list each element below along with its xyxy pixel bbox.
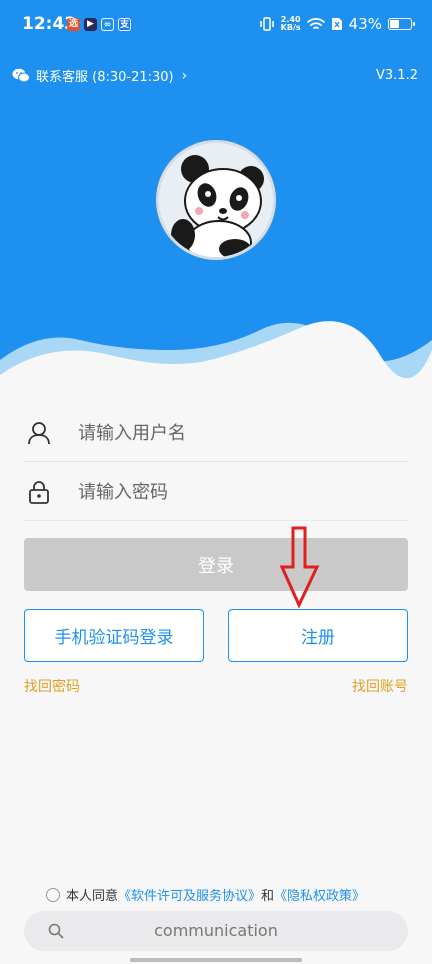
battery-percent: 43% xyxy=(348,15,382,33)
password-input[interactable] xyxy=(78,475,398,509)
agreement-and: 和 xyxy=(261,889,275,904)
cloud-app-icon: ∞ xyxy=(101,18,114,31)
sms-login-button[interactable]: 手机验证码登录 xyxy=(24,609,204,662)
status-right: 2.40 KB/s 43% xyxy=(259,15,415,33)
wave-decoration xyxy=(0,321,432,395)
chevron-right-icon: › xyxy=(181,67,188,84)
privacy-policy-link[interactable]: 《隐私权政策》 xyxy=(274,885,365,904)
login-button[interactable]: 登录 xyxy=(24,538,408,591)
customer-service-link[interactable]: 联系客服 (8:30-21:30) › xyxy=(12,66,187,85)
alipay-icon: 支 xyxy=(118,18,131,31)
find-password-link[interactable]: 找回密码 xyxy=(24,676,80,696)
status-app-icons: 选 ▶ ∞ 支 xyxy=(67,18,131,31)
agreement-row: 本人同意 《软件许可及服务协议》 和 《隐私权政策》 xyxy=(46,885,365,904)
app-version: V3.1.2 xyxy=(376,68,418,83)
vibrate-icon xyxy=(259,17,274,31)
home-indicator[interactable] xyxy=(130,958,302,962)
license-agreement-link[interactable]: 《软件许可及服务协议》 xyxy=(118,885,261,904)
login-page: 12:43 选 ▶ ∞ 支 2.40 KB/s 43% 联系客服 (8:30-2… xyxy=(0,0,432,964)
header-banner: 12:43 选 ▶ ∞ 支 2.40 KB/s 43% 联系客服 (8:30-2… xyxy=(0,0,432,395)
password-field xyxy=(24,463,408,521)
battery-icon xyxy=(388,18,415,30)
app-notification-icon: 选 xyxy=(67,18,80,31)
net-speed-unit: KB/s xyxy=(280,23,301,32)
wifi-icon xyxy=(306,18,325,29)
find-account-link[interactable]: 找回账号 xyxy=(352,676,408,696)
username-field xyxy=(24,404,408,462)
status-bar: 12:43 选 ▶ ∞ 支 2.40 KB/s 43% xyxy=(0,0,432,52)
lock-icon xyxy=(29,481,49,504)
user-icon xyxy=(28,422,50,445)
net-speed: 2.40 KB/s xyxy=(281,16,301,32)
search-bar-text: communication xyxy=(154,921,278,940)
agreement-radio[interactable] xyxy=(46,887,60,902)
agreement-prefix: 本人同意 xyxy=(66,889,119,904)
register-button[interactable]: 注册 xyxy=(228,609,408,662)
annotation-arrow-icon xyxy=(280,526,320,609)
customer-service-label: 联系客服 (8:30-21:30) xyxy=(36,70,174,85)
play-app-icon: ▶ xyxy=(84,18,97,31)
wechat-icon xyxy=(12,68,30,83)
no-sim-icon xyxy=(331,18,342,30)
search-bar[interactable]: communication xyxy=(24,911,408,951)
panda-avatar xyxy=(156,140,276,260)
username-input[interactable] xyxy=(78,416,398,450)
